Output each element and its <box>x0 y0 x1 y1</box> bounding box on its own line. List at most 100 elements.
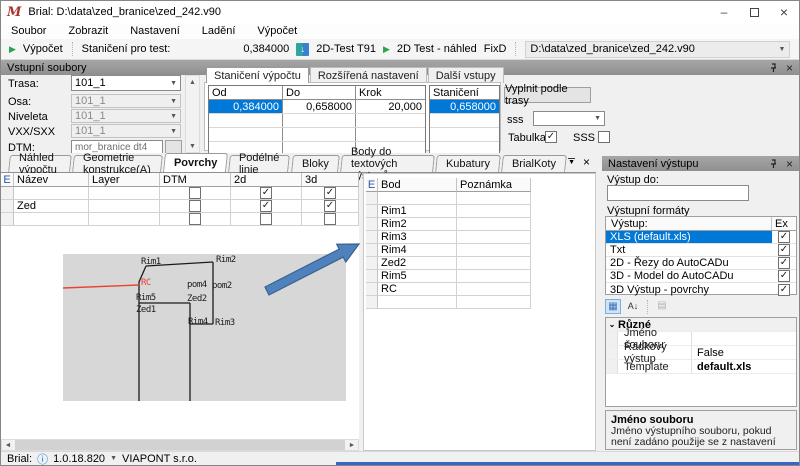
nazev-cell[interactable]: Rimsa <box>14 187 89 200</box>
trasa-combobox[interactable]: 101_1▼ <box>71 75 181 91</box>
table-row[interactable]: Zed ✓ ✓ <box>1 200 359 213</box>
maximize-button[interactable] <box>739 2 769 22</box>
table-row[interactable] <box>1 213 359 226</box>
sss-combobox[interactable]: ▼ <box>533 111 605 126</box>
toolbar-separator <box>515 42 516 56</box>
collapse-icon[interactable]: ⌄ <box>606 320 618 329</box>
close-tab-icon[interactable]: × <box>583 155 590 169</box>
point-label-pom2: pom2 <box>212 281 232 291</box>
close-panel-icon[interactable]: × <box>786 63 793 73</box>
property-row[interactable]: Templatedefault.xls <box>606 360 796 374</box>
table-row[interactable] <box>366 296 532 309</box>
cell-do[interactable]: 0,658000 <box>283 100 356 113</box>
table-row[interactable]: Zed2 <box>366 257 532 270</box>
export-checkbox[interactable]: ✓ <box>778 284 790 296</box>
close-panel-icon[interactable]: × <box>786 159 793 169</box>
dtm-checkbox[interactable] <box>189 187 201 199</box>
nazev-cell[interactable]: Zed <box>14 200 89 213</box>
table-row[interactable]: Rim5 <box>366 270 532 283</box>
export-checkbox[interactable]: ✓ <box>778 257 790 269</box>
surfaces-pane-hscrollbar[interactable]: ◄ ► <box>1 439 359 451</box>
test-2d-button[interactable]: 2D-Test T91 <box>316 43 376 55</box>
property-row[interactable]: Řádkový výstupFalse <box>606 346 796 360</box>
cell-staniceni[interactable]: 0,658000 <box>430 100 499 113</box>
pin-icon[interactable] <box>769 63 778 73</box>
table-row[interactable]: Rimsa ✓ ✓ <box>1 187 359 200</box>
2d-checkbox[interactable]: ✓ <box>260 187 272 199</box>
col-poznamka: Poznámka <box>457 178 531 192</box>
export-checkbox[interactable]: ✓ <box>778 231 790 243</box>
scroll-down-icon[interactable]: ▼ <box>186 140 199 152</box>
menu-soubor[interactable]: Soubor <box>11 25 46 37</box>
run-button[interactable]: Výpočet <box>23 43 63 55</box>
info-icon[interactable]: ⓘ <box>37 451 48 466</box>
tab-rozsirena-nastaveni[interactable]: Rozšířená nastavení <box>310 67 427 83</box>
table-row[interactable]: Rim1 <box>366 205 532 218</box>
scroll-right-icon[interactable]: ► <box>346 442 358 449</box>
table-row[interactable]: Rim4 <box>366 244 532 257</box>
format-row[interactable]: 3D Výstup - povrchy ✓ <box>606 283 796 296</box>
sss-caps-label: SSS <box>573 132 595 144</box>
format-row[interactable]: XLS (default.xls) ✓ <box>606 231 796 244</box>
categorized-view-icon[interactable]: ▦ <box>605 299 621 314</box>
sss-checkbox[interactable] <box>598 131 610 143</box>
format-row[interactable]: 2D - Řezy do AutoCADu ✓ <box>606 257 796 270</box>
dtm-checkbox[interactable] <box>189 213 201 225</box>
output-to-input[interactable] <box>607 185 749 201</box>
menu-bar: Soubor Zobrazit Nastavení Ladění Výpočet <box>1 23 799 39</box>
preview-2d-button[interactable]: 2D Test - náhled <box>397 43 477 55</box>
app-window: M Brial: D:\data\zed_branice\zed_242.v90… <box>0 0 800 466</box>
col-do: Do <box>283 86 356 99</box>
tab-overflow-icon[interactable]: ▼ <box>568 158 575 166</box>
table-row[interactable]: RC <box>366 192 532 205</box>
tab-body-do-textovych-vystupu[interactable]: Body do textových výstupů <box>340 155 435 172</box>
fixd-button[interactable]: FixD <box>484 43 507 55</box>
trasa-value: 101_1 <box>75 77 106 89</box>
table-row[interactable]: Rim2 <box>366 218 532 231</box>
menu-vypocet[interactable]: Výpočet <box>257 25 297 37</box>
menu-zobrazit[interactable]: Zobrazit <box>68 25 108 37</box>
input-panel-scrollbar[interactable]: ▲ ▼ <box>185 75 200 153</box>
format-row[interactable]: Txt ✓ <box>606 244 796 257</box>
menu-ladeni[interactable]: Ladění <box>202 25 236 37</box>
tab-povrchy[interactable]: Povrchy <box>163 153 228 172</box>
scroll-left-icon[interactable]: ◄ <box>2 442 14 449</box>
tab-staniceni-vypoctu[interactable]: Staničení výpočtu <box>206 67 309 83</box>
tab-bloky[interactable]: Bloky <box>291 155 340 172</box>
scroll-thumb[interactable] <box>15 440 345 450</box>
minimize-button[interactable]: – <box>709 2 739 22</box>
cell-od[interactable]: 0,384000 <box>209 100 283 113</box>
tab-podelne-linie[interactable]: Podélné linie <box>229 155 291 172</box>
cell-krok[interactable]: 20,000 <box>356 100 425 113</box>
scroll-up-icon[interactable]: ▲ <box>186 76 199 88</box>
app-icon: M <box>7 5 21 20</box>
format-row[interactable]: 3D - Model do AutoCADu ✓ <box>606 270 796 283</box>
close-button[interactable]: × <box>769 2 799 22</box>
tab-brialkoty[interactable]: BrialKoty <box>501 155 567 172</box>
export-checkbox[interactable]: ✓ <box>778 244 790 256</box>
dtm-browse-button[interactable] <box>165 140 182 154</box>
alphabetical-sort-icon[interactable]: A↓ <box>625 299 641 314</box>
2d-checkbox[interactable] <box>260 213 272 225</box>
tabulka-checkbox[interactable]: ✓ <box>545 131 557 143</box>
chevron-down-icon[interactable]: ▼ <box>110 455 117 462</box>
table-row[interactable]: RC <box>366 283 532 296</box>
tab-kubatury[interactable]: Kubatury <box>435 155 501 172</box>
fill-by-route-button[interactable]: Vyplnit podle trasy <box>504 87 591 103</box>
niveleta-combobox: 101_1▼ <box>71 109 181 123</box>
tab-dalsi-vstupy[interactable]: Další vstupy <box>428 67 504 83</box>
3d-checkbox[interactable]: ✓ <box>324 200 336 212</box>
3d-checkbox[interactable]: ✓ <box>324 187 336 199</box>
2d-checkbox[interactable]: ✓ <box>260 200 272 212</box>
dtm-checkbox[interactable] <box>189 200 201 212</box>
tab-geometrie-konstrukce[interactable]: Geometrie konstrukce(A) <box>73 155 163 172</box>
menu-nastaveni[interactable]: Nastavení <box>130 25 180 37</box>
table-row[interactable]: Rim3 <box>366 231 532 244</box>
pin-icon[interactable] <box>769 159 778 169</box>
export-checkbox[interactable]: ✓ <box>778 270 790 282</box>
file-path-combobox[interactable]: D:\data\zed_branice\zed_242.v90 ▼ <box>525 41 790 58</box>
station-for-test-value[interactable]: 0,384000 <box>243 43 289 55</box>
3d-checkbox[interactable] <box>324 213 336 225</box>
tabulka-label: Tabulka <box>508 132 546 144</box>
tab-nahled-vypoctu[interactable]: Náhled výpočtu <box>8 155 72 172</box>
